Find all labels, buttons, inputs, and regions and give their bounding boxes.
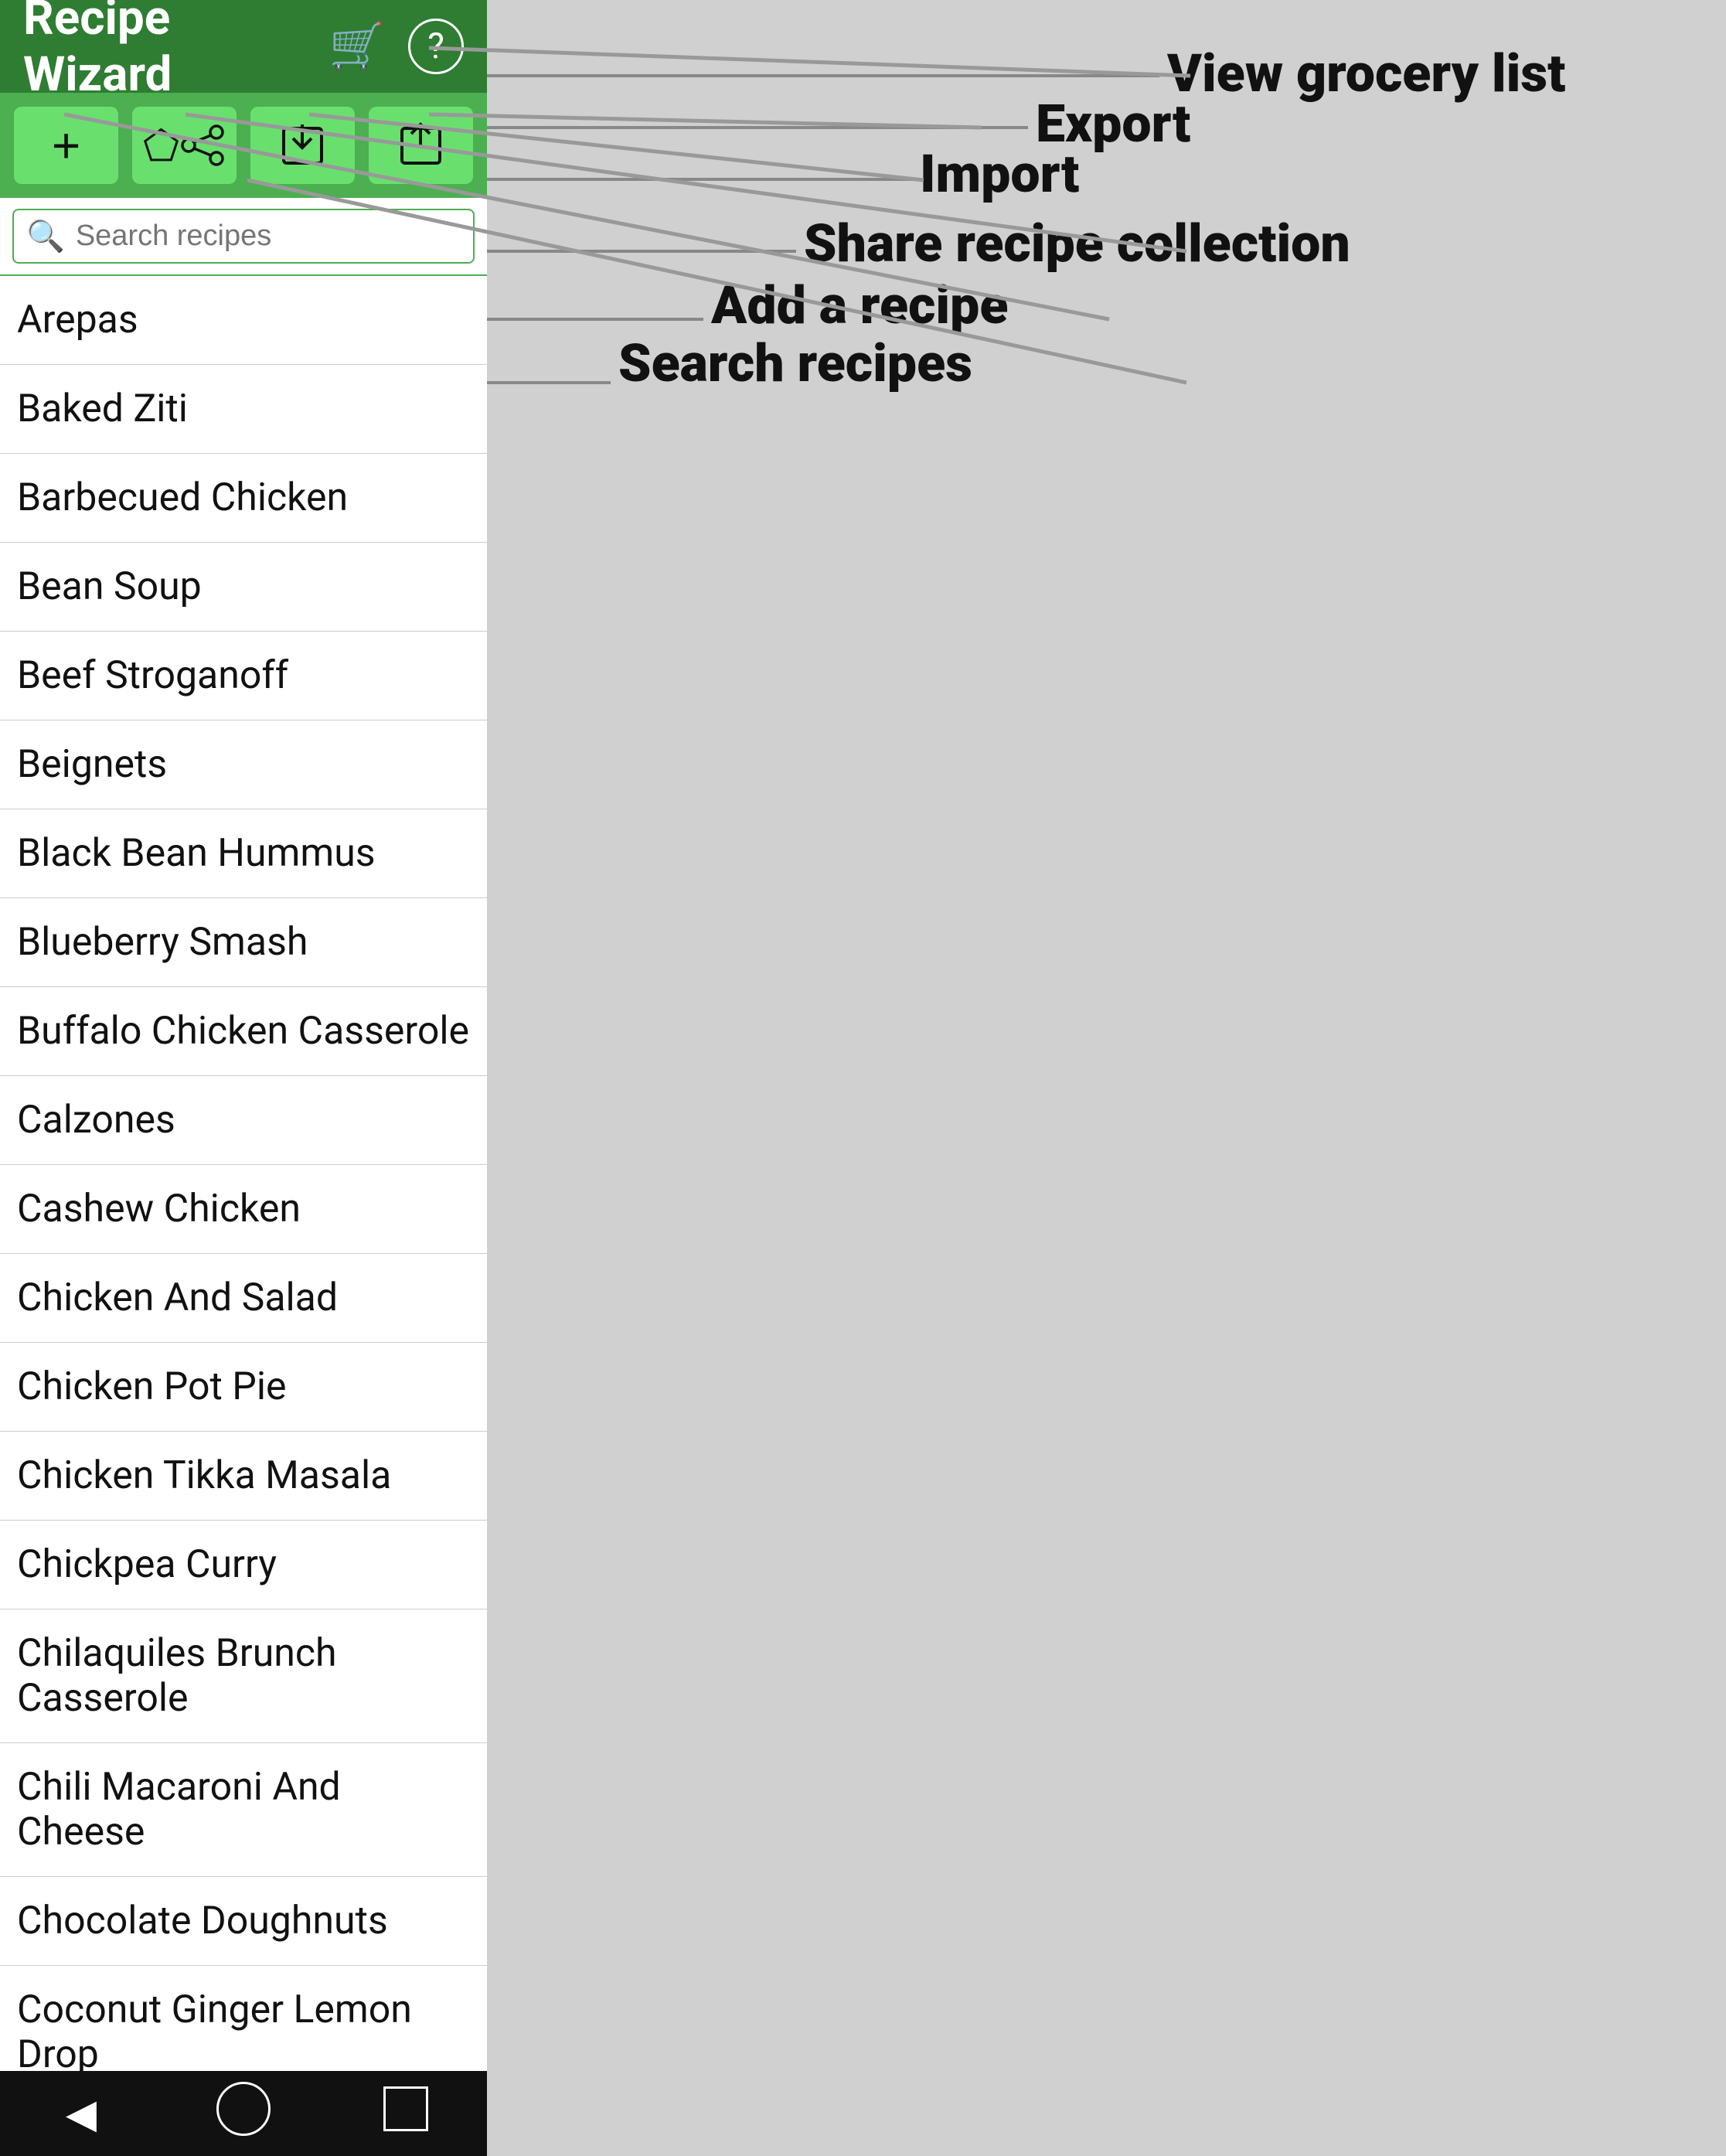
recipe-list-item[interactable]: Beignets (0, 720, 487, 809)
import-icon (277, 121, 328, 171)
annotation-lines (487, 0, 1726, 2156)
label-view-grocery-list: View grocery list (1167, 43, 1566, 104)
label-add-a-recipe: Add a recipe (711, 274, 1008, 336)
back-button[interactable]: ◀ (50, 2090, 112, 2137)
app-title: Recipe Wizard (23, 0, 329, 103)
recent-button[interactable] (375, 2086, 437, 2141)
recipe-list-item[interactable]: Buffalo Chicken Casserole (0, 987, 487, 1076)
app-header: Recipe Wizard 🛒 ? (0, 0, 487, 93)
phone-frame: Recipe Wizard 🛒 ? + ⬠ (0, 0, 487, 2156)
recipe-list-item[interactable]: Chickpea Curry (0, 1521, 487, 1609)
recipe-list-item[interactable]: Coconut Ginger Lemon Drop (0, 1966, 487, 2071)
label-search-recipes: Search recipes (618, 332, 972, 394)
annotations-panel: View grocery list Export Import Share re… (487, 0, 1726, 2156)
label-share-recipe-collection: Share recipe collection (804, 213, 1350, 274)
recipe-list: ArepasBaked ZitiBarbecued ChickenBean So… (0, 276, 487, 2071)
home-circle-icon (216, 2082, 271, 2136)
nav-bar: ◀ (0, 2071, 487, 2156)
recent-square-icon (383, 2086, 428, 2131)
recipe-list-item[interactable]: Chili Macaroni And Cheese (0, 1743, 487, 1877)
recipe-list-item[interactable]: Chocolate Doughnuts (0, 1877, 487, 1966)
recipe-list-item[interactable]: Chicken Pot Pie (0, 1343, 487, 1432)
cart-icon[interactable]: 🛒 (329, 20, 385, 73)
recipe-list-item[interactable]: Beef Stroganoff (0, 632, 487, 720)
toolbar: + ⬠ (0, 93, 487, 198)
import-button[interactable] (250, 107, 355, 184)
add-recipe-button[interactable]: + (14, 107, 118, 184)
search-icon: 🔍 (26, 218, 65, 254)
header-icons: 🛒 ? (329, 19, 464, 74)
share-icon: ⬠ (143, 121, 179, 170)
share-icon-svg (179, 124, 226, 167)
recipe-list-item[interactable]: Black Bean Hummus (0, 809, 487, 898)
export-button[interactable] (369, 107, 473, 184)
search-box: 🔍 (12, 209, 475, 264)
recipe-list-item[interactable]: Calzones (0, 1076, 487, 1165)
recipe-list-item[interactable]: Arepas (0, 276, 487, 365)
recipe-list-item[interactable]: Chilaquiles Brunch Casserole (0, 1609, 487, 1743)
recipe-list-item[interactable]: Bean Soup (0, 543, 487, 632)
recipe-list-item[interactable]: Barbecued Chicken (0, 454, 487, 543)
recipe-list-item[interactable]: Blueberry Smash (0, 898, 487, 987)
recipe-list-item[interactable]: Baked Ziti (0, 365, 487, 454)
share-button[interactable]: ⬠ (132, 107, 237, 184)
search-container: 🔍 (0, 198, 487, 276)
recipe-list-item[interactable]: Cashew Chicken (0, 1165, 487, 1254)
label-import: Import (920, 143, 1079, 205)
recipe-list-item[interactable]: Chicken And Salad (0, 1254, 487, 1343)
recipe-list-item[interactable]: Chicken Tikka Masala (0, 1432, 487, 1521)
export-icon (396, 121, 446, 171)
search-input[interactable] (76, 220, 461, 253)
add-icon: + (52, 117, 80, 174)
home-button[interactable] (213, 2082, 274, 2146)
help-icon[interactable]: ? (408, 19, 464, 74)
